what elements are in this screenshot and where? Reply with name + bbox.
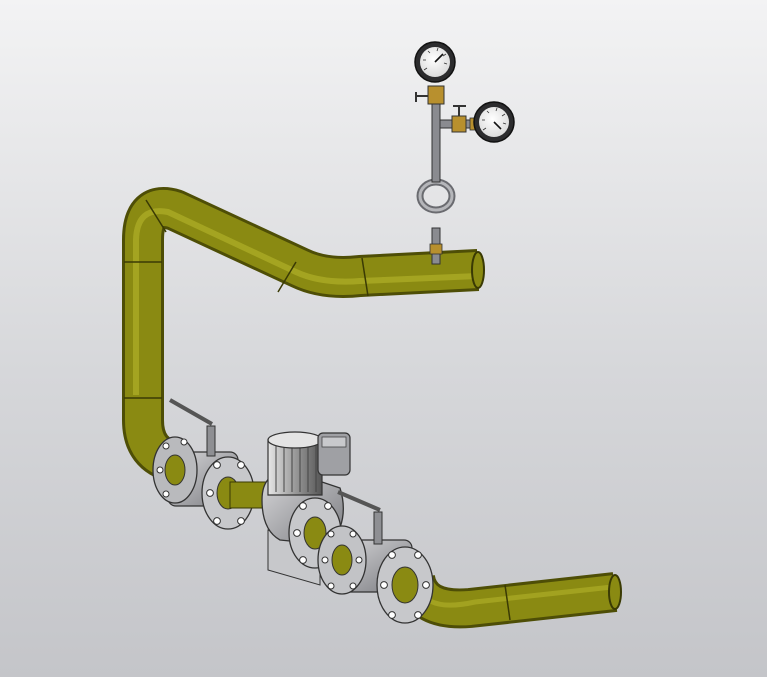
cad-viewport[interactable] <box>0 0 767 677</box>
pipeline-assembly-drawing[interactable] <box>0 0 767 677</box>
gauge-valve-handle-upper[interactable] <box>415 92 428 102</box>
siphon-loop <box>416 178 456 214</box>
ball-valve-left[interactable] <box>152 398 255 530</box>
instrument-tap[interactable] <box>414 41 515 265</box>
motor-top-cap <box>267 431 323 449</box>
gauge-valve-upper <box>427 85 445 105</box>
valve-handle[interactable] <box>337 490 381 512</box>
pressure-gauge-lower[interactable] <box>473 101 515 143</box>
flange-bore <box>391 566 419 604</box>
gauge-valve-lower <box>451 115 467 133</box>
flange-bore <box>164 454 186 486</box>
pipe-upper-open-end <box>471 251 485 289</box>
valve-handle[interactable] <box>169 398 213 426</box>
pipe-upper-highlight <box>133 208 479 400</box>
flange-bore <box>331 544 353 576</box>
pipe-upper-run-body <box>125 190 479 400</box>
gauge-valve-handle-lower[interactable] <box>453 105 466 116</box>
nipple-fitting <box>429 243 443 255</box>
pipe-lower-open-end <box>608 574 622 610</box>
valve-stem <box>373 511 383 545</box>
terminal-box-lid <box>321 436 347 448</box>
valve-stem <box>206 425 216 457</box>
impulse-line-upper <box>431 99 441 183</box>
pressure-gauge-upper[interactable] <box>414 41 456 83</box>
